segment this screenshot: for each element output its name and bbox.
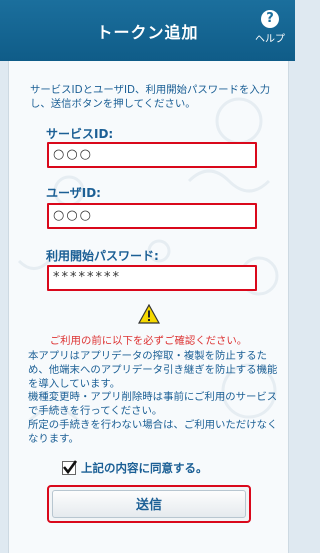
service-id-field[interactable]: ○○○ (47, 142, 257, 168)
agree-checkbox[interactable] (62, 460, 78, 475)
service-id-label: サービスID: (46, 127, 114, 141)
page-title: トークン追加 (96, 23, 199, 42)
help-icon: ? (261, 10, 279, 28)
agree-label: 上記の内容に同意する。 (81, 461, 208, 475)
form-panel: サービスIDとユーザID、利用開始パスワードを入力し、送信ボタンを押してください… (8, 61, 289, 553)
warning-text: ご利用の前に以下を必ずご確認ください。 (49, 335, 248, 347)
help-button[interactable]: ? ヘルプ (253, 10, 287, 45)
start-password-label: 利用開始パスワード: (46, 249, 159, 263)
start-password-field[interactable]: ******** (47, 265, 257, 291)
notice-text: 本アプリはアプリデータの搾取・複製を防止するため、他端末へのアプリデータ引き継ぎ… (28, 350, 282, 447)
submit-button-label: 送信 (52, 490, 246, 518)
user-id-label: ユーザID: (46, 186, 101, 200)
notice-paragraph: 機種変更時・アプリ削除時は事前にご利用のサービスで手続きを行ってください。 (28, 391, 278, 418)
notice-paragraph: 所定の手続きを行わない場合は、ご利用いただけなくなります。 (28, 418, 278, 445)
warning-icon (138, 304, 160, 324)
checkmark-icon (62, 460, 78, 475)
submit-button[interactable]: 送信 (47, 485, 251, 523)
header-bar: トークン追加 ? ヘルプ (0, 0, 295, 61)
notice-paragraph: 本アプリはアプリデータの搾取・複製を防止するため、他端末へのアプリデータ引き継ぎ… (28, 350, 278, 390)
agree-checkbox-row[interactable]: 上記の内容に同意する。 (62, 460, 208, 476)
help-label: ヘルプ (255, 34, 285, 45)
intro-text: サービスIDとユーザID、利用開始パスワードを入力し、送信ボタンを押してください… (30, 84, 271, 110)
user-id-field[interactable]: ○○○ (47, 203, 257, 229)
